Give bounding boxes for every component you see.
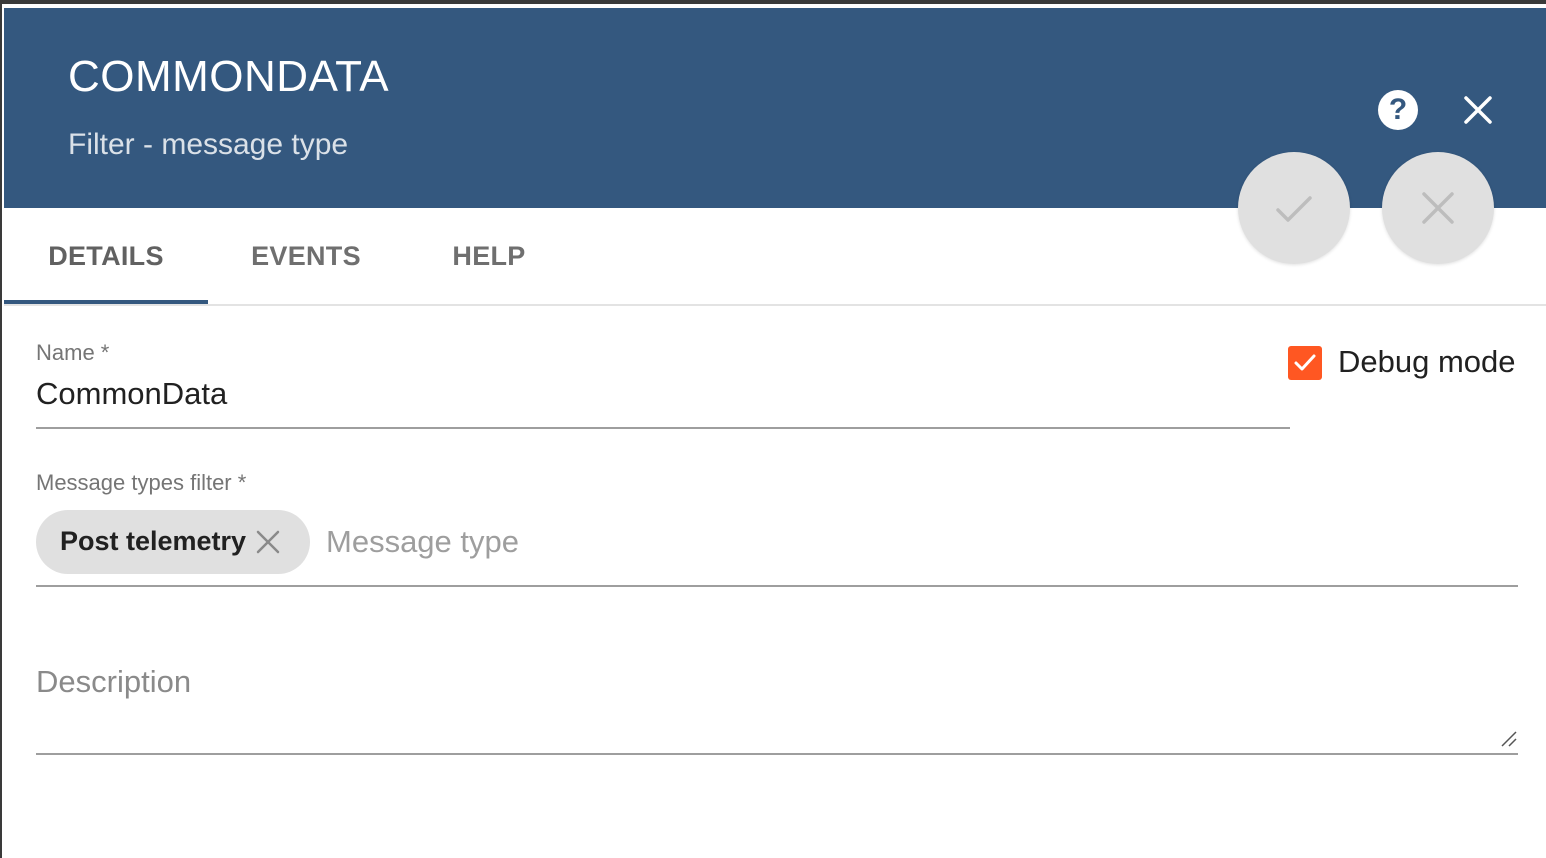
close-dialog-button[interactable]: [1458, 90, 1498, 130]
name-field-label: Name *: [36, 340, 110, 365]
close-icon: [1464, 96, 1492, 124]
resize-handle-icon[interactable]: [1500, 730, 1518, 748]
message-type-chip: Post telemetry: [36, 510, 310, 574]
message-types-label: Message types filter *: [36, 470, 247, 495]
tab-bar: DETAILS EVENTS HELP: [4, 208, 1546, 306]
message-types-underline: [36, 585, 1518, 587]
checkmark-icon: [1294, 354, 1316, 371]
help-icon[interactable]: ?: [1378, 90, 1418, 130]
checkbox-box: [1288, 346, 1322, 380]
close-icon: [256, 530, 280, 554]
name-field[interactable]: CommonData: [36, 376, 227, 412]
rule-node-dialog: COMMONDATA Filter - message type ? DETAI…: [0, 0, 1546, 858]
dialog-subtitle: Filter - message type: [68, 128, 349, 161]
tab-events[interactable]: EVENTS: [208, 208, 404, 304]
message-type-input[interactable]: [326, 516, 1516, 568]
tab-details[interactable]: DETAILS: [4, 208, 208, 304]
tab-help[interactable]: HELP: [404, 208, 574, 304]
dialog-title: COMMONDATA: [68, 52, 390, 101]
active-tab-indicator: [4, 300, 208, 304]
chip-remove-button[interactable]: [254, 528, 282, 556]
debug-mode-label: Debug mode: [1338, 344, 1516, 379]
name-field-underline: [36, 427, 1290, 429]
description-underline: [36, 753, 1518, 755]
chip-label: Post telemetry: [60, 526, 247, 556]
description-field[interactable]: [36, 664, 1518, 752]
